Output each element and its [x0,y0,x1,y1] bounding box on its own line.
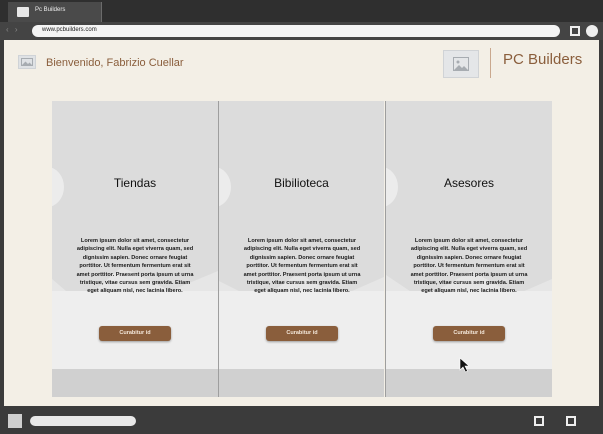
address-toolbar: ‹ › www.pcbuilders.com [0,22,603,40]
back-forward-icon[interactable]: ‹ › [6,25,20,34]
card-footer-band [386,369,552,397]
card-footer-band [219,369,384,397]
cards-container: Tiendas Lorem ipsum dolor sit amet, cons… [52,101,552,397]
favicon-icon [17,7,29,17]
window-button-icon[interactable] [566,416,576,426]
mouse-cursor-icon [459,357,470,373]
card-asesores: Asesores Lorem ipsum dolor sit amet, con… [385,101,552,397]
browser-tab[interactable]: Pc Builders [8,2,102,22]
card-title: Tiendas [113,176,157,190]
home-square-icon[interactable] [8,414,22,428]
header-divider [490,48,491,78]
card-description: Lorem ipsum dolor sit amet, consectetur … [410,238,528,295]
card-biblioteca: Bibilioteca Lorem ipsum dolor sit amet, … [218,101,384,397]
browser-window: Pc Builders ‹ › www.pcbuilders.com Bienv… [0,0,603,434]
window-square-icon[interactable] [570,26,580,36]
logo-image-icon [443,50,479,78]
progress-pill [30,416,136,426]
bottom-toolbar [0,406,603,434]
card-description: Lorem ipsum dolor sit amet, consectetur … [243,238,361,295]
url-text: www.pcbuilders.com [42,27,97,33]
card-button[interactable]: Curabitur id [433,326,505,341]
card-footer-band [52,369,218,397]
card-title: Bibilioteca [274,176,329,190]
card-tiendas: Tiendas Lorem ipsum dolor sit amet, cons… [52,101,218,397]
window-circle-icon[interactable] [586,25,598,37]
card-button[interactable]: Curabitur id [266,326,338,341]
window-button-icon[interactable] [534,416,544,426]
greeting-text: Bienvenido, Fabrizio Cuellar [46,57,184,69]
url-bar[interactable]: www.pcbuilders.com [32,25,560,37]
card-title: Asesores [443,176,495,190]
tab-bar: Pc Builders [0,0,603,22]
image-icon [18,55,36,69]
brand-name: PC Builders [503,51,583,68]
card-description: Lorem ipsum dolor sit amet, consectetur … [76,238,194,295]
page-content: Bienvenido, Fabrizio Cuellar PC Builders… [4,40,599,406]
tab-title: Pc Builders [35,7,66,13]
card-button[interactable]: Curabitur id [99,326,171,341]
